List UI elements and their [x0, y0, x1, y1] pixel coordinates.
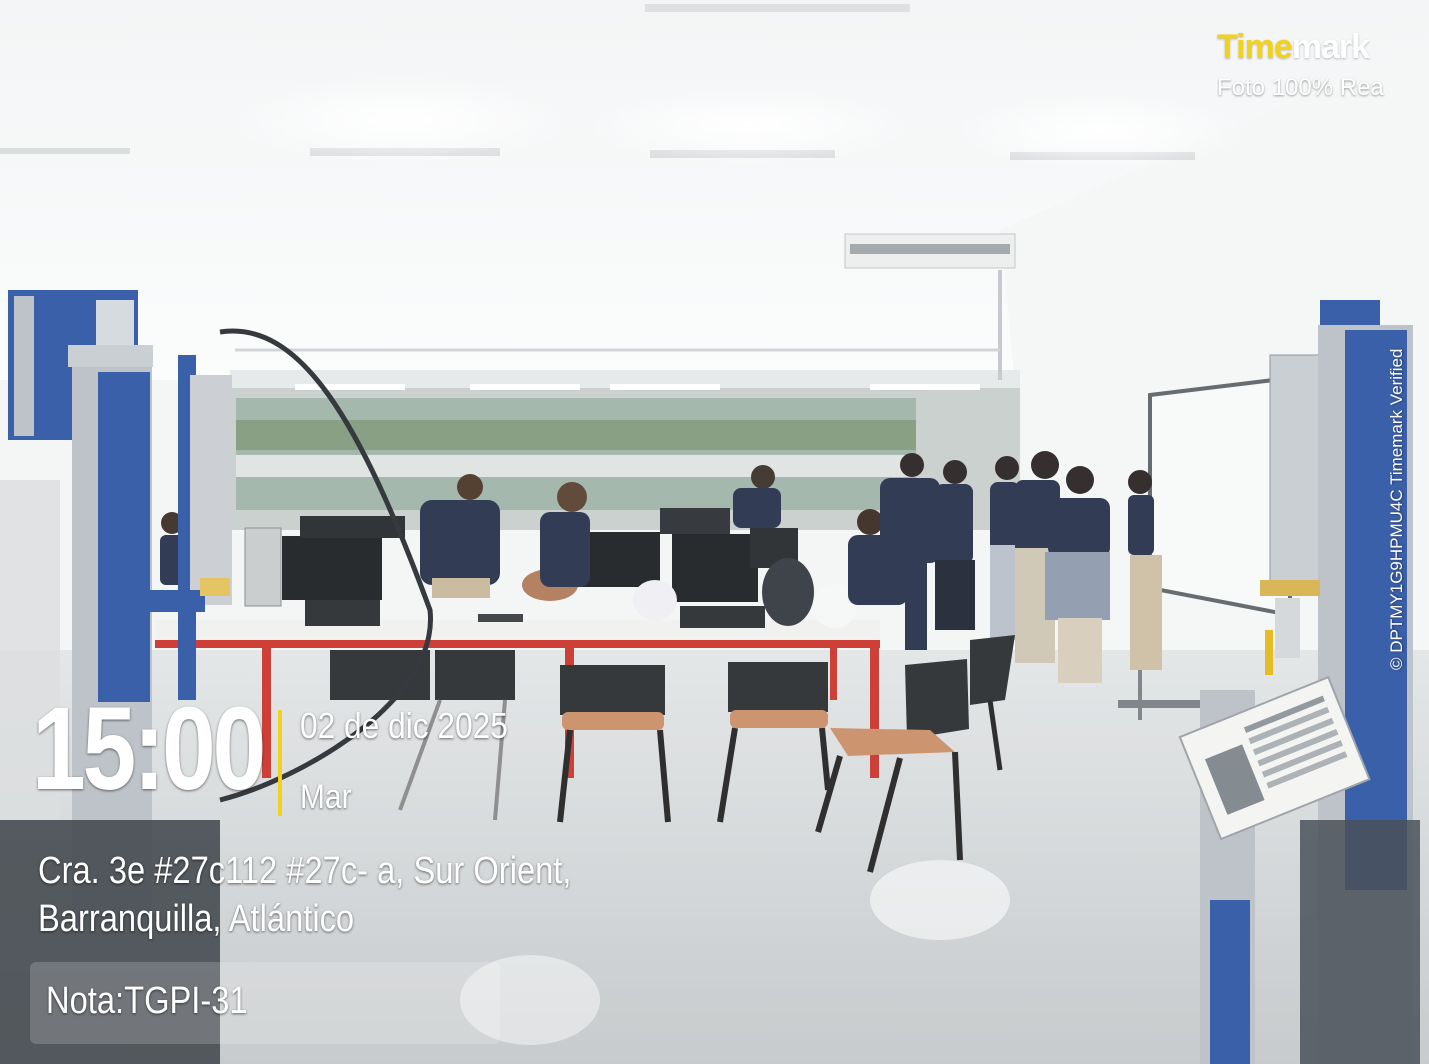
brand-subtitle: Foto 100% Rea: [1217, 74, 1384, 101]
weekday-label: Mar: [300, 778, 352, 816]
address-line-1: Cra. 3e #27c112 #27c- a, Sur Orient,: [38, 850, 572, 892]
time-label: 15:00: [32, 683, 266, 815]
brand-part-1: Time: [1217, 28, 1293, 66]
address-line-2: Barranquilla, Atlántico: [38, 898, 355, 940]
overlay-divider: [278, 710, 282, 816]
brand-part-2: mark: [1291, 28, 1370, 66]
timemark-logo: Timemark: [1217, 28, 1370, 67]
date-label: 02 de dic 2025: [300, 705, 508, 746]
note-label: Nota:TGPI-31: [46, 980, 248, 1022]
lab-photo: 15:00 02 de dic 2025 Mar Cra. 3e #27c112…: [0, 0, 1429, 1064]
verification-code: © DPTMY1G9HPMU4C Timemark Verified: [1387, 348, 1406, 670]
